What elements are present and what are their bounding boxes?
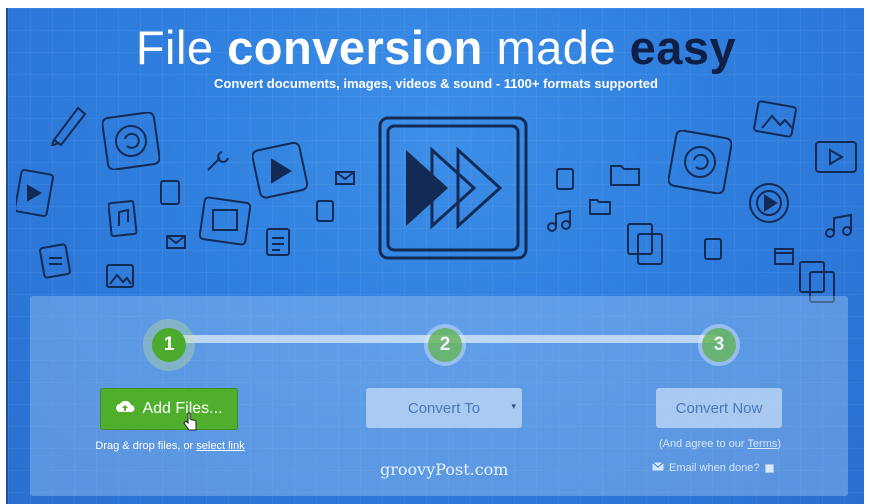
spreadsheet-icon [264, 226, 294, 260]
step-2-indicator: 2 [428, 328, 462, 362]
music-note-icon [544, 208, 574, 234]
music-note-icon [822, 212, 856, 240]
hero-title: File conversion made easy [8, 20, 864, 76]
email-checkbox[interactable] [764, 463, 774, 473]
mail-icon [334, 170, 356, 186]
refresh-disc-icon [668, 130, 732, 194]
envelope-icon [652, 462, 664, 474]
wrench-icon [204, 148, 232, 174]
terms-suffix: ) [777, 438, 782, 450]
step-1-indicator: 1 [152, 328, 186, 362]
text-file-icon [38, 242, 74, 282]
select-link[interactable]: select link [196, 440, 244, 452]
convert-to-label: Convert To [407, 399, 481, 417]
film-strip-icon [812, 138, 860, 178]
convert-now-button[interactable]: Convert Now [656, 388, 782, 428]
convert-to-dropdown[interactable]: Convert To ▾ [366, 388, 522, 428]
hero-subtitle: Convert documents, images, videos & soun… [214, 76, 658, 91]
document-icon [554, 166, 576, 192]
step-3-indicator: 3 [702, 328, 736, 362]
terms-link[interactable]: Terms [747, 438, 777, 450]
play-circle-icon [746, 180, 792, 226]
hero-title-emphasis: easy [629, 21, 737, 74]
refresh-disc-icon [102, 112, 160, 170]
fast-forward-logo-icon [374, 112, 534, 264]
document-icon [702, 236, 724, 262]
folder-icon [608, 160, 642, 188]
pencil-icon [48, 100, 90, 146]
hero-title-word: File [135, 21, 214, 74]
hand-cursor-icon [183, 412, 199, 437]
film-strip-icon [198, 196, 254, 248]
drag-drop-hint: Drag & drop files, or select link [80, 440, 260, 452]
watermark-text: groovyPost.com [380, 460, 509, 479]
document-icon [158, 178, 184, 208]
audio-file-icon [314, 198, 336, 224]
terms-prefix: (And agree to our [658, 438, 745, 450]
mail-icon [165, 234, 187, 250]
hero-title-word: conversion [227, 21, 483, 74]
terms-notice: (And agree to our Terms) [640, 438, 800, 450]
play-media-icon [252, 142, 310, 200]
drag-drop-text: Drag & drop files, or [95, 440, 194, 452]
folder-icon [588, 196, 612, 216]
email-option: Email when done? [652, 462, 792, 474]
audio-file-icon [108, 200, 138, 238]
image-file-icon [104, 262, 136, 292]
image-file-icon [752, 100, 800, 140]
copy-files-icon [624, 220, 668, 268]
convert-now-label: Convert Now [675, 399, 763, 417]
hero-title-word: made [496, 21, 617, 74]
video-file-icon [16, 168, 54, 218]
cloud-upload-icon [115, 399, 135, 420]
add-files-button[interactable]: Add Files... [100, 388, 238, 430]
window-icon [772, 246, 796, 268]
email-label: Email when done? [669, 462, 760, 474]
chevron-down-icon: ▾ [511, 401, 516, 411]
